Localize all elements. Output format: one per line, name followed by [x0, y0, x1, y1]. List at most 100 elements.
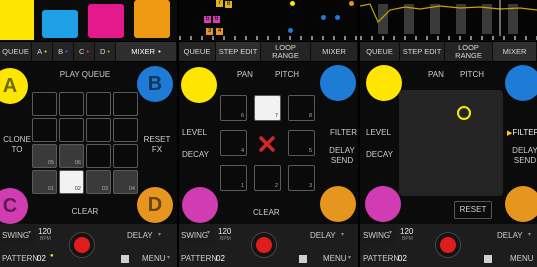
menu-label[interactable]: MENU [510, 254, 534, 263]
tab-loop-range[interactable]: LOOP RANGE [261, 42, 311, 61]
step-dot[interactable] [288, 28, 293, 33]
queue-slot[interactable] [113, 92, 138, 116]
button-c[interactable]: C [182, 187, 218, 223]
filter-label[interactable]: FILTER [330, 128, 357, 138]
button-c[interactable]: C [365, 186, 401, 222]
pattern-label[interactable]: PATTERN [363, 254, 399, 263]
decay-label[interactable]: DECAY [366, 150, 393, 160]
queue-slot-active[interactable]: 02 [59, 170, 84, 194]
step-pad[interactable]: 2 [254, 165, 281, 191]
queue-slot-filled[interactable]: 01 [32, 170, 57, 194]
queue-slot[interactable] [32, 92, 57, 116]
pattern-number[interactable]: 02 [216, 254, 225, 263]
menu-label[interactable]: MENU [142, 254, 166, 263]
step-dot[interactable] [349, 1, 354, 6]
button-d[interactable]: D [320, 186, 356, 222]
tab-a[interactable]: A • [32, 42, 53, 61]
queue-slot[interactable] [59, 92, 84, 116]
button-a[interactable]: A [366, 65, 402, 101]
step-marker[interactable]: 4 [216, 28, 223, 35]
queue-slot-filled[interactable]: 06 [59, 144, 84, 168]
tab-b[interactable]: B • [53, 42, 74, 61]
stop-icon[interactable] [484, 255, 492, 263]
xy-cursor-icon[interactable] [457, 106, 471, 120]
step-pad-active[interactable]: 7 [254, 95, 281, 121]
step-dot[interactable] [290, 1, 295, 6]
decay-label[interactable]: DECAY [182, 150, 209, 160]
queue-slot[interactable] [32, 118, 57, 142]
reset-button[interactable]: RESET [454, 201, 492, 219]
step-marker[interactable]: 3 [206, 28, 213, 35]
tab-d[interactable]: D • [95, 42, 116, 61]
top-pad-yellow[interactable] [0, 0, 34, 40]
tab-mixer[interactable]: MIXER [311, 42, 358, 61]
bpm-value[interactable]: 120 [400, 227, 413, 236]
tab-loop-range[interactable]: LOOP RANGE [445, 42, 493, 61]
clear-label[interactable]: CLEAR [60, 207, 110, 217]
clear-label[interactable]: CLEAR [253, 208, 280, 218]
bpm-value[interactable]: 120 [218, 227, 231, 236]
tab-mixer[interactable]: MIXER [493, 42, 537, 61]
swing-label[interactable]: SWING [181, 231, 208, 240]
xy-pad[interactable] [399, 90, 503, 196]
clone-to-label[interactable]: CLONE TO [0, 135, 34, 155]
tab-queue[interactable]: QUEUE [0, 42, 32, 61]
button-d[interactable]: D [137, 187, 173, 223]
button-b[interactable]: B [320, 65, 356, 101]
step-pad[interactable]: 3 [288, 165, 315, 191]
delay-send-label[interactable]: DELAY SEND [512, 146, 537, 166]
stop-icon[interactable] [121, 255, 129, 263]
step-pad[interactable]: 1 [220, 165, 247, 191]
record-button[interactable] [251, 232, 277, 258]
tab-step-edit[interactable]: STEP EDIT [216, 42, 261, 61]
filter-label[interactable]: ▶FILTER [507, 128, 537, 139]
level-label[interactable]: LEVEL [182, 128, 207, 138]
top-pad-magenta[interactable] [88, 4, 124, 38]
button-a[interactable]: A [0, 68, 28, 104]
button-b[interactable]: B [505, 65, 537, 101]
queue-slot[interactable] [86, 118, 111, 142]
delete-x-icon[interactable] [256, 133, 278, 155]
queue-slot[interactable] [113, 118, 138, 142]
step-pad[interactable]: 5 [288, 130, 315, 156]
step-marker[interactable]: 5 [204, 16, 211, 23]
reset-fx-label[interactable]: RESET FX [140, 135, 174, 155]
top-pad-blue[interactable] [42, 10, 78, 38]
queue-slot[interactable] [86, 144, 111, 168]
button-b[interactable]: B [137, 66, 173, 102]
tab-mixer[interactable]: MIXER • [116, 42, 177, 61]
record-button[interactable] [435, 232, 461, 258]
pattern-number[interactable]: 02 [37, 254, 46, 263]
button-a[interactable]: A [181, 67, 217, 103]
queue-slot[interactable] [113, 144, 138, 168]
tab-queue[interactable]: QUEUE [360, 42, 400, 61]
pitch-label[interactable]: PITCH [460, 70, 484, 80]
queue-slot-filled[interactable]: 05 [32, 144, 57, 168]
button-d[interactable]: D [505, 186, 537, 222]
swing-label[interactable]: SWING [2, 231, 29, 240]
tab-step-edit[interactable]: STEP EDIT [400, 42, 445, 61]
swing-label[interactable]: SWING [363, 231, 390, 240]
pattern-label[interactable]: PATTERN [181, 254, 217, 263]
queue-slot-filled[interactable]: 03 [86, 170, 111, 194]
stop-icon[interactable] [299, 255, 307, 263]
pan-label[interactable]: PAN [428, 70, 444, 80]
step-dot[interactable] [321, 15, 326, 20]
menu-label[interactable]: MENU [323, 254, 347, 263]
bpm-value[interactable]: 120 [38, 227, 51, 236]
tab-c[interactable]: C • [74, 42, 95, 61]
step-marker[interactable]: 7 [216, 0, 223, 7]
top-pad-orange[interactable] [134, 0, 170, 38]
level-label[interactable]: LEVEL [366, 128, 391, 138]
delay-label[interactable]: DELAY [127, 231, 153, 240]
delay-label[interactable]: DELAY [310, 231, 336, 240]
step-marker[interactable]: 8 [225, 1, 232, 8]
tab-queue[interactable]: QUEUE [179, 42, 216, 61]
pitch-label[interactable]: PITCH [275, 70, 299, 80]
delay-label[interactable]: DELAY [497, 231, 523, 240]
record-button[interactable] [69, 232, 95, 258]
queue-slot[interactable] [59, 118, 84, 142]
step-dot[interactable] [335, 15, 340, 20]
queue-slot-filled[interactable]: 04 [113, 170, 138, 194]
delay-send-label[interactable]: DELAY SEND [327, 146, 357, 166]
